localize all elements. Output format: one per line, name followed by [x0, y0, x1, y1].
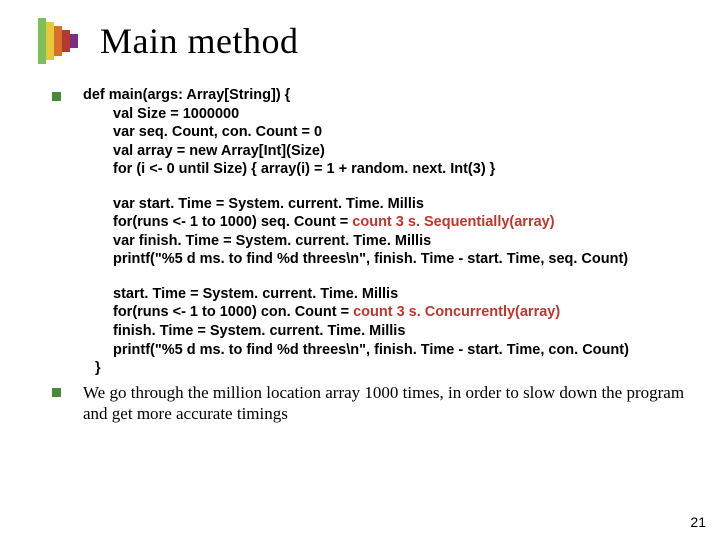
code-block: def main(args: Array[String]) { val Size…: [83, 86, 629, 378]
logo-icon: [38, 18, 84, 64]
bullet-icon: [52, 92, 61, 101]
code-text: for(runs <- 1 to 1000) seq. Count =: [113, 214, 352, 230]
bullet-icon: [52, 388, 61, 397]
code-line: def main(args: Array[String]) {: [83, 87, 290, 103]
code-line: for(runs <- 1 to 1000) con. Count = coun…: [83, 303, 629, 322]
code-line: for (i <- 0 until Size) { array(i) = 1 +…: [83, 160, 629, 179]
summary-text: We go through the million location array…: [83, 382, 686, 425]
code-line: var seq. Count, con. Count = 0: [83, 123, 629, 142]
code-line: printf("%5 d ms. to find %d threes\n", f…: [83, 250, 629, 269]
page-number: 21: [690, 514, 706, 530]
code-line: finish. Time = System. current. Time. Mi…: [83, 322, 629, 341]
bullet-summary: We go through the million location array…: [52, 382, 686, 425]
code-line: var start. Time = System. current. Time.…: [83, 195, 629, 214]
code-line: val Size = 1000000: [83, 105, 629, 124]
code-line: }: [83, 359, 629, 378]
slide-title: Main method: [100, 20, 298, 62]
code-line: var finish. Time = System. current. Time…: [83, 232, 629, 251]
bullet-code: def main(args: Array[String]) { val Size…: [52, 86, 686, 378]
code-text: for(runs <- 1 to 1000) con. Count =: [113, 304, 353, 320]
code-highlight: count 3 s. Sequentially(array): [352, 214, 554, 230]
code-highlight: count 3 s. Concurrently(array): [353, 304, 560, 320]
slide: Main method def main(args: Array[String]…: [0, 0, 720, 540]
slide-body: def main(args: Array[String]) { val Size…: [52, 86, 686, 424]
code-line: val array = new Array[Int](Size): [83, 142, 629, 161]
code-line: start. Time = System. current. Time. Mil…: [83, 285, 629, 304]
code-line: for(runs <- 1 to 1000) seq. Count = coun…: [83, 213, 629, 232]
title-row: Main method: [38, 18, 298, 64]
code-line: printf("%5 d ms. to find %d threes\n", f…: [83, 341, 629, 360]
